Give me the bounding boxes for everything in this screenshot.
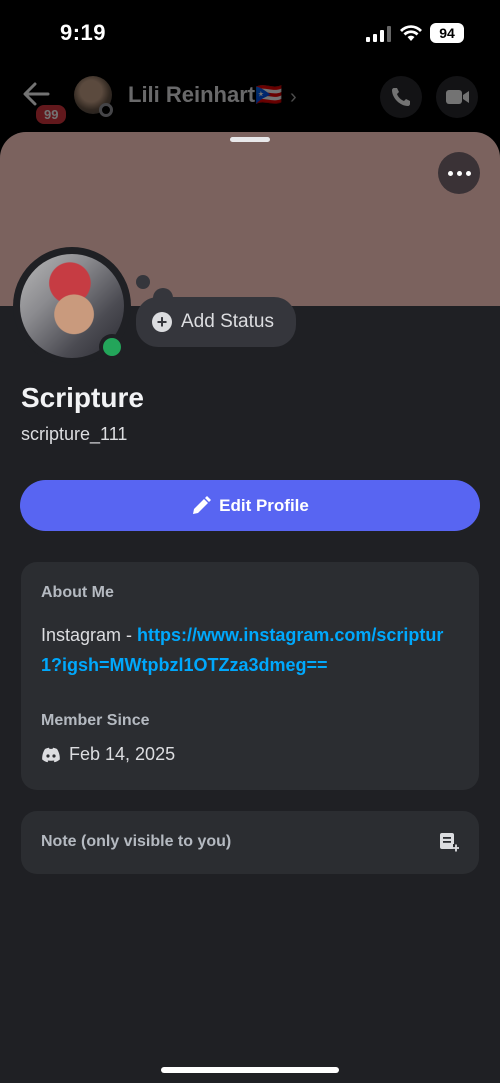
username: scripture_111 [21,424,128,444]
video-camera-icon [446,90,469,104]
more-horizontal-icon [456,170,462,176]
plus-circle-icon: + [152,312,172,332]
note-field[interactable]: Note (only visible to you) [21,811,479,874]
about-me-prefix: Instagram - [41,625,138,645]
chat-name[interactable]: Lili Reinhart🇵🇷 [128,82,283,108]
cellular-signal-icon [366,26,391,42]
note-placeholder: Note (only visible to you) [41,833,232,850]
flag-emoji: 🇵🇷 [255,82,283,107]
member-since-date: Feb 14, 2025 [69,744,176,764]
status-bar: 9:19 94 [0,0,500,62]
member-since-row: Feb 14, 2025 [41,744,175,765]
chat-name-text: Lili Reinhart [128,82,256,107]
edit-profile-button[interactable]: Edit Profile [20,480,480,531]
note-add-icon [440,833,459,852]
call-button[interactable] [380,76,422,118]
edit-profile-label: Edit Profile [219,495,309,515]
unread-badge: 99 [34,103,69,126]
online-status-indicator [99,334,125,360]
chevron-right-icon: › [290,86,297,108]
status-time: 9:19 [60,20,107,45]
phone-icon [392,88,410,106]
battery-indicator: 94 [430,23,464,43]
status-bubble-dot [136,275,150,289]
chat-header: 99 Lili Reinhart🇵🇷 › [0,62,500,132]
discord-logo-icon [42,747,60,762]
pencil-icon [193,495,212,514]
more-horizontal-icon [447,170,453,176]
video-call-button[interactable] [436,76,478,118]
about-me-text: Instagram - https://www.instagram.com/sc… [41,620,461,680]
about-me-card: About Me Instagram - https://www.instagr… [21,562,479,790]
more-options-button[interactable] [438,152,480,194]
display-name: Scripture [21,382,144,413]
sheet-grabber[interactable] [230,137,270,142]
home-indicator[interactable] [161,1067,339,1073]
add-status-button[interactable]: + Add Status [136,297,296,347]
member-since-title: Member Since [41,712,150,729]
wifi-icon [400,25,422,41]
more-horizontal-icon [465,170,471,176]
profile-sheet: + Add Status Scripture scripture_111 Edi… [0,132,500,1083]
about-me-title: About Me [41,584,114,601]
chat-avatar-status [99,103,113,117]
add-status-label: Add Status [181,311,274,332]
